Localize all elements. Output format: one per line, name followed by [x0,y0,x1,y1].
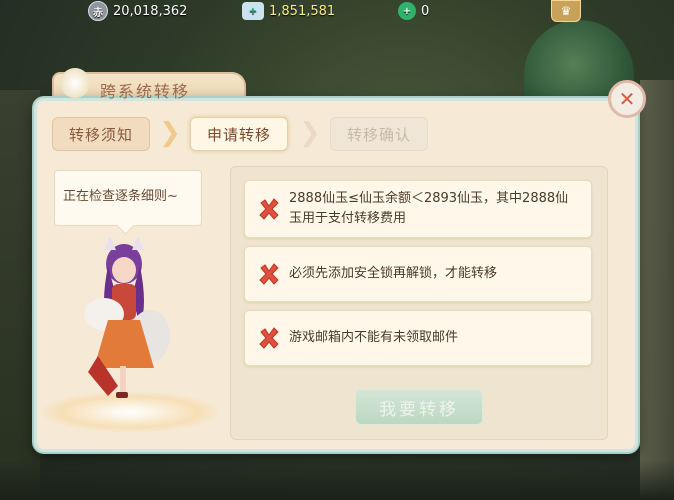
flower-ornament-icon [60,68,90,98]
dialog-title: 跨系统转移 [100,82,191,101]
character-portrait [84,236,170,398]
condition-item: 游戏邮箱内不能有未领取邮件 [244,310,592,366]
resource-bar: 赤 20,018,362 + 1,851,581 + 0 ♛ [0,0,674,22]
condition-text: 游戏邮箱内不能有未领取邮件 [289,330,459,345]
silver-resource: 赤 20,018,362 [88,1,188,21]
tab-transfer-confirm: 转移确认 [330,117,428,151]
condition-item: 2888仙玉≤仙玉余额＜2893仙玉，其中2888仙玉用于支付转移费用 [244,180,592,238]
submit-transfer-button[interactable]: 我要转移 [355,389,483,425]
tab-transfer-notice[interactable]: 转移须知 [52,117,150,151]
jade-ingot-icon[interactable]: + [242,2,264,20]
fail-x-icon [259,198,279,220]
jade-resource[interactable]: + 1,851,581 [242,2,335,20]
green-gem-icon[interactable]: + [398,2,416,20]
chevron-right-icon: ❯ [159,118,181,148]
silver-coin-icon: 赤 [88,1,108,21]
speech-bubble: 正在检查逐条细则~ [54,170,202,226]
close-button[interactable]: ✕ [608,80,646,118]
chevron-right-icon: ❯ [299,118,321,148]
background-floor [0,460,674,500]
condition-item: 必须先添加安全锁再解锁，才能转移 [244,246,592,302]
tab-apply-transfer[interactable]: 申请转移 [190,117,288,151]
fail-x-icon [259,263,279,285]
speech-text: 正在检查逐条细则~ [63,189,178,204]
gem-amount: 0 [421,3,430,19]
jade-amount: 1,851,581 [269,3,336,19]
gem-resource[interactable]: + 0 [398,2,429,20]
condition-text: 2888仙玉≤仙玉余额＜2893仙玉，其中2888仙玉用于支付转移费用 [289,191,569,226]
fail-x-icon [259,327,279,349]
silver-amount: 20,018,362 [113,3,188,19]
condition-text: 必须先添加安全锁再解锁，才能转移 [289,266,498,281]
background-column-right [640,80,674,500]
crown-badge-icon[interactable]: ♛ [551,0,581,22]
